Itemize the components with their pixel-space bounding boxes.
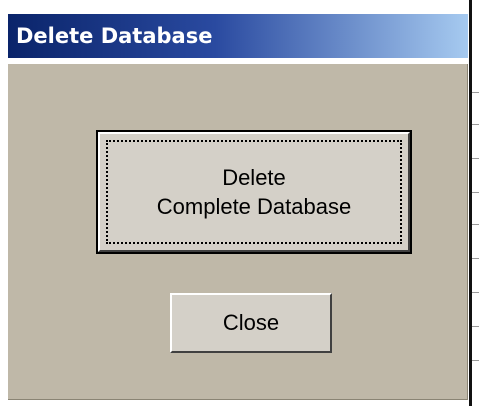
- title-bar-separator: [8, 58, 468, 64]
- grid-line: [472, 326, 479, 327]
- delete-button-label: Delete Complete Database: [157, 163, 351, 221]
- delete-label-line1: Delete: [222, 165, 286, 190]
- close-button-label: Close: [222, 310, 280, 335]
- grid-line: [472, 124, 479, 125]
- background-window-edge: [468, 0, 479, 406]
- grid-line: [472, 360, 479, 361]
- dialog-title: Delete Database: [16, 24, 213, 48]
- grid-line: [472, 92, 479, 93]
- delete-database-dialog: Delete Database Delete Complete Database…: [8, 14, 468, 400]
- delete-label-line2: Complete Database: [156, 194, 352, 219]
- grid-line: [472, 258, 479, 259]
- window-divider: [469, 0, 472, 406]
- delete-complete-database-button[interactable]: Delete Complete Database: [96, 130, 412, 254]
- grid-line: [472, 292, 479, 293]
- dialog-title-bar[interactable]: Delete Database: [8, 14, 468, 58]
- grid-line: [472, 158, 479, 159]
- grid-line: [472, 224, 479, 225]
- close-button[interactable]: Close: [170, 293, 332, 353]
- grid-line: [472, 192, 479, 193]
